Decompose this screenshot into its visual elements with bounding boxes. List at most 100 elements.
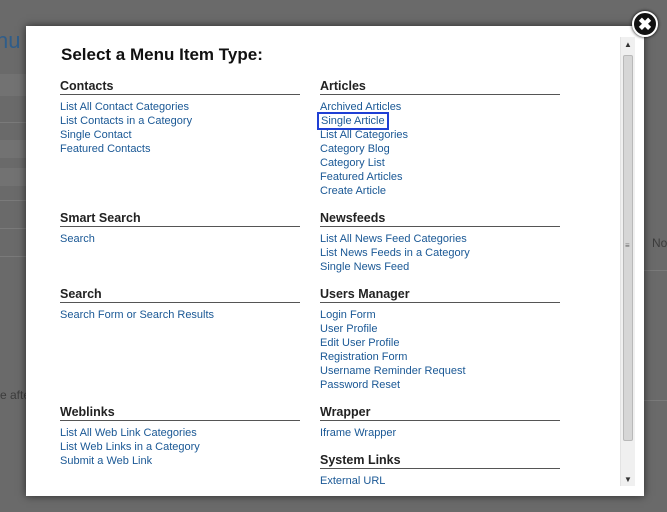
menu-type-link-edit-user-profile[interactable]: Edit User Profile xyxy=(320,337,399,349)
section-users-manager: Users Manager Login Form User Profile Edit … xyxy=(320,287,560,391)
list-item: User Profile xyxy=(320,321,560,335)
background-band xyxy=(0,168,26,186)
menu-type-link-search[interactable]: Search xyxy=(60,233,95,245)
section-link-list: Search xyxy=(60,231,300,245)
scroll-up-icon[interactable]: ▲ xyxy=(621,37,635,51)
menu-type-link-category-blog[interactable]: Category Blog xyxy=(320,143,390,155)
menu-type-link-username-reminder-request[interactable]: Username Reminder Request xyxy=(320,365,466,377)
menu-type-link-iframe-wrapper[interactable]: Iframe Wrapper xyxy=(320,427,396,439)
background-band xyxy=(0,140,26,158)
list-item: External URL xyxy=(320,473,560,487)
list-item: Password Reset xyxy=(320,377,560,391)
section-heading: Smart Search xyxy=(60,211,300,227)
menu-type-link-single-contact[interactable]: Single Contact xyxy=(60,129,132,141)
section-newsfeeds: Newsfeeds List All News Feed Categories Li… xyxy=(320,211,560,273)
close-button[interactable]: ✖ xyxy=(632,11,658,37)
menu-type-link-list-all-web-link-categories[interactable]: List All Web Link Categories xyxy=(60,427,197,439)
section-heading: Newsfeeds xyxy=(320,211,560,227)
menu-type-link-list-all-news-feed-categories[interactable]: List All News Feed Categories xyxy=(320,233,467,245)
menu-type-link-list-news-feeds-in-a-category[interactable]: List News Feeds in a Category xyxy=(320,247,470,259)
list-item: Edit User Profile xyxy=(320,335,560,349)
section-heading: Weblinks xyxy=(60,405,300,421)
section-heading: System Links xyxy=(320,453,560,469)
menu-type-link-single-article[interactable]: Single Article xyxy=(317,112,389,130)
scroll-down-icon[interactable]: ▼ xyxy=(621,472,635,486)
section-wrapper: Wrapper Iframe Wrapper xyxy=(320,405,560,439)
menu-type-link-create-article[interactable]: Create Article xyxy=(320,185,386,197)
menu-type-link-single-news-feed[interactable]: Single News Feed xyxy=(320,261,409,273)
menu-type-link-submit-a-web-link[interactable]: Submit a Web Link xyxy=(60,455,152,467)
section-link-list: List All Web Link Categories List Web Lin… xyxy=(60,425,300,467)
section-link-list: Archived Articles Single Article List All … xyxy=(317,99,560,197)
section-link-list: External URL xyxy=(320,473,560,487)
menu-type-link-list-contacts-in-a-category[interactable]: List Contacts in a Category xyxy=(60,115,192,127)
section-heading: Search xyxy=(60,287,300,303)
section-link-list: List All News Feed Categories List News F… xyxy=(320,231,560,273)
menu-type-link-featured-contacts[interactable]: Featured Contacts xyxy=(60,143,151,155)
list-item: Featured Articles xyxy=(320,169,560,183)
list-item: Registration Form xyxy=(320,349,560,363)
list-item: List All News Feed Categories xyxy=(320,231,560,245)
modal-title: Select a Menu Item Type: xyxy=(61,45,263,64)
section-heading: Contacts xyxy=(60,79,300,95)
background-divider xyxy=(644,270,667,271)
menu-type-link-password-reset[interactable]: Password Reset xyxy=(320,379,400,391)
section-link-list: List All Contact Categories List Contacts… xyxy=(60,99,300,155)
scrollbar-thumb[interactable]: ≡ xyxy=(623,55,633,441)
section-search: Search Search Form or Search Results xyxy=(60,287,300,321)
list-item: Featured Contacts xyxy=(60,141,300,155)
list-item: List News Feeds in a Category xyxy=(320,245,560,259)
section-heading: Articles xyxy=(320,79,560,95)
section-smart-search: Smart Search Search xyxy=(60,211,300,245)
section-articles: Articles Archived Articles Single Article L… xyxy=(317,79,560,197)
section-link-list: Login Form User Profile Edit User Profile R… xyxy=(320,307,560,391)
section-link-list: Iframe Wrapper xyxy=(320,425,560,439)
background-divider xyxy=(0,200,26,201)
background-divider xyxy=(0,256,26,257)
list-item: Single Contact xyxy=(60,127,300,141)
list-item: Create Article xyxy=(320,183,560,197)
menu-type-link-search-form-or-search-results[interactable]: Search Form or Search Results xyxy=(60,309,214,321)
menu-item-type-modal: Select a Menu Item Type: Contacts List Al… xyxy=(26,26,644,496)
menu-type-link-login-form[interactable]: Login Form xyxy=(320,309,376,321)
menu-type-link-category-list[interactable]: Category List xyxy=(320,157,385,169)
list-item: List Web Links in a Category xyxy=(60,439,300,453)
list-item: Single Article xyxy=(317,112,560,130)
list-item: Single News Feed xyxy=(320,259,560,273)
background-divider xyxy=(644,400,667,401)
menu-type-link-list-web-links-in-a-category[interactable]: List Web Links in a Category xyxy=(60,441,200,453)
list-item: Search Form or Search Results xyxy=(60,307,300,321)
list-item: List All Web Link Categories xyxy=(60,425,300,439)
list-item: Login Form xyxy=(320,307,560,321)
modal-scrollbar[interactable]: ▲ ≡ ▼ xyxy=(620,37,635,486)
list-item: Submit a Web Link xyxy=(60,453,300,467)
scrollbar-grip-icon: ≡ xyxy=(625,241,630,250)
list-item: Iframe Wrapper xyxy=(320,425,560,439)
list-item: List All Categories xyxy=(320,127,560,141)
list-item: Username Reminder Request xyxy=(320,363,560,377)
section-heading: Users Manager xyxy=(320,287,560,303)
menu-type-link-archived-articles[interactable]: Archived Articles xyxy=(320,101,401,113)
list-item: Search xyxy=(60,231,300,245)
menu-type-link-registration-form[interactable]: Registration Form xyxy=(320,351,407,363)
list-item: List Contacts in a Category xyxy=(60,113,300,127)
background-text-right: No xyxy=(652,236,667,250)
list-item: List All Contact Categories xyxy=(60,99,300,113)
background-divider xyxy=(0,122,26,123)
background-band xyxy=(0,74,26,96)
section-link-list: Search Form or Search Results xyxy=(60,307,300,321)
menu-type-link-list-all-contact-categories[interactable]: List All Contact Categories xyxy=(60,101,189,113)
section-weblinks: Weblinks List All Web Link Categories List… xyxy=(60,405,300,467)
menu-type-link-user-profile[interactable]: User Profile xyxy=(320,323,377,335)
list-item: Category Blog xyxy=(320,141,560,155)
background-divider xyxy=(0,228,26,229)
background-title-fragment: nu xyxy=(0,28,21,53)
list-item: Category List xyxy=(320,155,560,169)
section-system-links: System Links External URL xyxy=(320,453,560,487)
menu-type-link-external-url[interactable]: External URL xyxy=(320,475,385,487)
section-contacts: Contacts List All Contact Categories List … xyxy=(60,79,300,155)
section-heading: Wrapper xyxy=(320,405,560,421)
menu-type-link-list-all-categories[interactable]: List All Categories xyxy=(320,129,408,141)
list-item: Archived Articles xyxy=(320,99,560,113)
menu-type-link-featured-articles[interactable]: Featured Articles xyxy=(320,171,403,183)
